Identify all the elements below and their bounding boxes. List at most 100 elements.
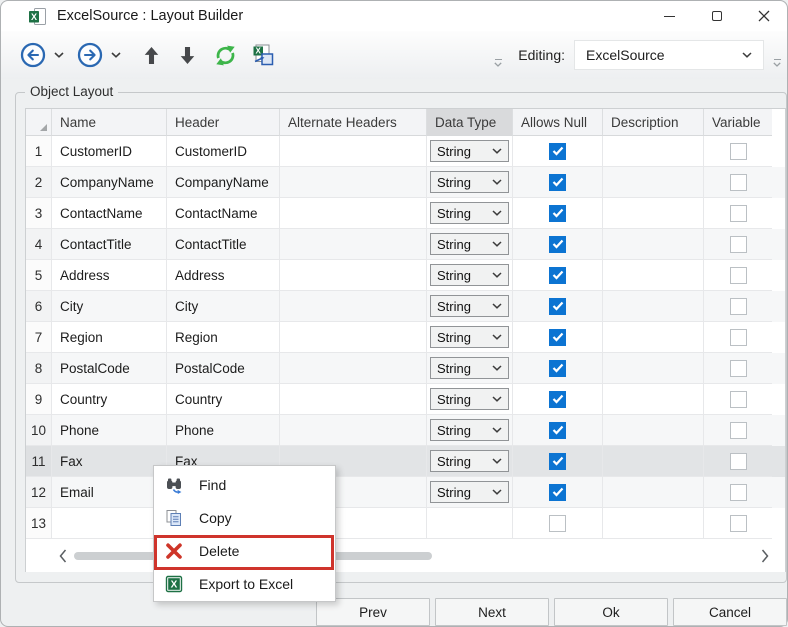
cell-description[interactable] bbox=[603, 167, 704, 198]
cell-description[interactable] bbox=[603, 229, 704, 260]
variable-checkbox[interactable] bbox=[730, 205, 747, 222]
toolbar-overflow-button[interactable] bbox=[494, 59, 502, 67]
variable-checkbox[interactable] bbox=[730, 298, 747, 315]
row-number[interactable]: 12 bbox=[26, 477, 52, 508]
close-button[interactable] bbox=[740, 1, 787, 31]
scroll-right-button[interactable] bbox=[761, 548, 771, 564]
allows-null-checkbox[interactable] bbox=[549, 329, 566, 346]
next-button[interactable]: Next bbox=[435, 598, 549, 626]
cell-description[interactable] bbox=[603, 477, 704, 508]
corner-select-all-cell[interactable] bbox=[26, 109, 52, 136]
column-header-alternate-headers[interactable]: Alternate Headers bbox=[280, 109, 427, 136]
cell-name[interactable]: Fax bbox=[52, 446, 167, 477]
variable-checkbox[interactable] bbox=[730, 422, 747, 439]
cell-alternate-headers[interactable] bbox=[280, 322, 427, 353]
cell-name[interactable]: ContactTitle bbox=[52, 229, 167, 260]
variable-checkbox[interactable] bbox=[730, 453, 747, 470]
allows-null-checkbox[interactable] bbox=[549, 515, 566, 532]
variable-checkbox[interactable] bbox=[730, 267, 747, 284]
variable-checkbox[interactable] bbox=[730, 236, 747, 253]
column-header-data-type[interactable]: Data Type bbox=[427, 109, 513, 136]
cell-description[interactable] bbox=[603, 260, 704, 291]
back-button[interactable] bbox=[20, 42, 46, 68]
data-type-select[interactable]: String bbox=[430, 450, 509, 472]
column-header-variable[interactable]: Variable bbox=[704, 109, 772, 136]
table-row[interactable]: 11FaxFaxString bbox=[26, 446, 785, 477]
cell-alternate-headers[interactable] bbox=[280, 167, 427, 198]
allows-null-checkbox[interactable] bbox=[549, 391, 566, 408]
cell-header[interactable]: Region bbox=[167, 322, 280, 353]
row-number[interactable]: 1 bbox=[26, 136, 52, 167]
row-number[interactable]: 8 bbox=[26, 353, 52, 384]
cell-alternate-headers[interactable] bbox=[280, 353, 427, 384]
cell-name[interactable]: Country bbox=[52, 384, 167, 415]
cell-alternate-headers[interactable] bbox=[280, 260, 427, 291]
cell-alternate-headers[interactable] bbox=[280, 198, 427, 229]
cell-name[interactable]: CustomerID bbox=[52, 136, 167, 167]
refresh-button[interactable] bbox=[214, 44, 237, 67]
cell-header[interactable]: Address bbox=[167, 260, 280, 291]
table-row[interactable]: 12EmailEmailString bbox=[26, 477, 785, 508]
cell-name[interactable]: Address bbox=[52, 260, 167, 291]
data-type-select[interactable]: String bbox=[430, 140, 509, 162]
cell-alternate-headers[interactable] bbox=[280, 136, 427, 167]
table-row[interactable]: 8PostalCodePostalCodeString bbox=[26, 353, 785, 384]
variable-checkbox[interactable] bbox=[730, 143, 747, 160]
forward-button[interactable] bbox=[77, 42, 103, 68]
export-to-excel-button[interactable]: X bbox=[252, 44, 274, 66]
data-type-select[interactable]: String bbox=[430, 481, 509, 503]
column-header-header[interactable]: Header bbox=[167, 109, 280, 136]
ok-button[interactable]: Ok bbox=[554, 598, 668, 626]
cell-description[interactable] bbox=[603, 136, 704, 167]
row-number[interactable]: 9 bbox=[26, 384, 52, 415]
allows-null-checkbox[interactable] bbox=[549, 298, 566, 315]
cancel-button[interactable]: Cancel bbox=[673, 598, 787, 626]
data-type-select[interactable]: String bbox=[430, 202, 509, 224]
scroll-left-button[interactable] bbox=[59, 548, 69, 564]
move-up-button[interactable] bbox=[144, 46, 159, 65]
allows-null-checkbox[interactable] bbox=[549, 453, 566, 470]
row-number[interactable]: 13 bbox=[26, 508, 52, 539]
row-number[interactable]: 5 bbox=[26, 260, 52, 291]
cell-alternate-headers[interactable] bbox=[280, 384, 427, 415]
cell-alternate-headers[interactable] bbox=[280, 229, 427, 260]
cell-header[interactable]: PostalCode bbox=[167, 353, 280, 384]
cell-name[interactable]: City bbox=[52, 291, 167, 322]
cell-header[interactable]: Phone bbox=[167, 415, 280, 446]
move-down-button[interactable] bbox=[180, 46, 195, 65]
cell-description[interactable] bbox=[603, 198, 704, 229]
variable-checkbox[interactable] bbox=[730, 515, 747, 532]
variable-checkbox[interactable] bbox=[730, 329, 747, 346]
variable-checkbox[interactable] bbox=[730, 174, 747, 191]
row-number[interactable]: 4 bbox=[26, 229, 52, 260]
allows-null-checkbox[interactable] bbox=[549, 267, 566, 284]
variable-checkbox[interactable] bbox=[730, 484, 747, 501]
cell-description[interactable] bbox=[603, 508, 704, 539]
cell-description[interactable] bbox=[603, 322, 704, 353]
table-row[interactable]: 10PhonePhoneString bbox=[26, 415, 785, 446]
data-type-select[interactable]: String bbox=[430, 388, 509, 410]
table-row[interactable]: 5AddressAddressString bbox=[26, 260, 785, 291]
table-row[interactable]: 3ContactNameContactNameString bbox=[26, 198, 785, 229]
row-number[interactable]: 7 bbox=[26, 322, 52, 353]
menu-item-copy[interactable]: Copy bbox=[154, 501, 335, 534]
row-number[interactable]: 6 bbox=[26, 291, 52, 322]
table-row[interactable]: 4ContactTitleContactTitleString bbox=[26, 229, 785, 260]
cell-description[interactable] bbox=[603, 415, 704, 446]
allows-null-checkbox[interactable] bbox=[549, 236, 566, 253]
allows-null-checkbox[interactable] bbox=[549, 422, 566, 439]
cell-name[interactable]: Region bbox=[52, 322, 167, 353]
allows-null-checkbox[interactable] bbox=[549, 360, 566, 377]
cell-name[interactable] bbox=[52, 508, 167, 539]
cell-header[interactable]: Country bbox=[167, 384, 280, 415]
menu-item-delete[interactable]: Delete bbox=[154, 534, 335, 567]
editing-combobox[interactable]: ExcelSource bbox=[574, 40, 764, 70]
menu-item-find[interactable]: Find bbox=[154, 468, 335, 501]
table-row[interactable]: 9CountryCountryString bbox=[26, 384, 785, 415]
row-number[interactable]: 11 bbox=[26, 446, 52, 477]
table-row[interactable]: 7RegionRegionString bbox=[26, 322, 785, 353]
column-header-description[interactable]: Description bbox=[603, 109, 704, 136]
cell-description[interactable] bbox=[603, 291, 704, 322]
column-header-name[interactable]: Name bbox=[52, 109, 167, 136]
allows-null-checkbox[interactable] bbox=[549, 205, 566, 222]
